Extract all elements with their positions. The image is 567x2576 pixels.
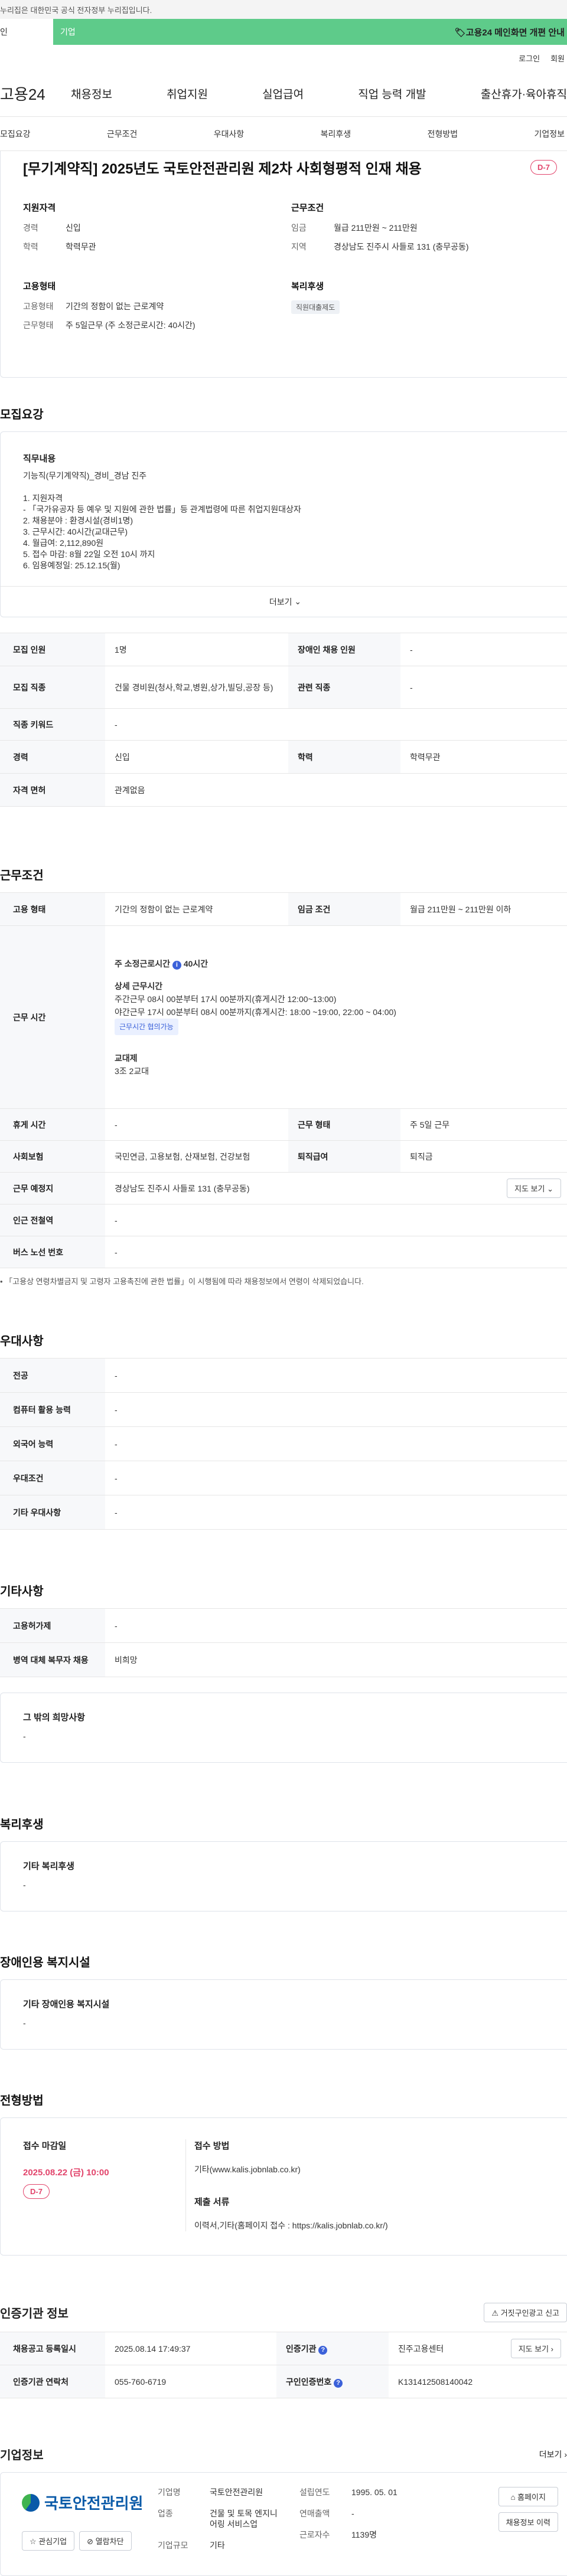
section-title-cert: 인증기관 정보 [0, 2307, 69, 2320]
company-logo-icon [22, 2493, 40, 2512]
report-icon: ⚠ [491, 2309, 499, 2318]
summary-qualification: 지원자격 경력 신입 학력 학력무관 [23, 203, 96, 251]
tab-pref[interactable]: 우대사항 [214, 128, 245, 140]
section-title-welfare: 복리후생 [0, 1818, 44, 1831]
tab-welfare[interactable]: 복리후생 [321, 128, 351, 140]
star-icon: ☆ [30, 2537, 37, 2546]
dday-badge: D-7 [530, 160, 557, 175]
block-icon: ⊘ [87, 2537, 94, 2546]
summary-employment: 고용형태 고용형태 기간의 정함이 없는 근로계약 근무형태 주 5일근무 (주 소… [23, 282, 195, 330]
report-ad-button[interactable]: ⚠ 거짓구인광고 신고 [484, 2303, 567, 2322]
main-menu: 채용정보 취업지원 실업급여 직업 능력 개발 출산휴가·육아휴직 [71, 86, 567, 102]
favorite-company-button[interactable]: ☆ 관심기업 [22, 2531, 75, 2551]
work-table: 고용 형태 기간의 정함이 없는 근로계약 임금 조건 월급 211만원 ~ 211만… [0, 892, 567, 1268]
tab-personal[interactable]: 인 [0, 19, 53, 45]
dday-badge: D-7 [23, 2184, 50, 2199]
section-title-etc: 기타사항 [0, 1585, 44, 1598]
job-history-button[interactable]: 채용정보 이력 [498, 2512, 558, 2532]
time-negotiable-chip: 근무시간 협의가능 [115, 1018, 178, 1035]
recruit-table: 모집 인원 1명 장애인 채용 인원 - 모집 직종 건물 경비원(청사,학교,병원,상… [0, 633, 567, 807]
menu-item-support[interactable]: 취업지원 [167, 86, 208, 102]
tab-recruit[interactable]: 모집요강 [0, 128, 31, 140]
homepage-button[interactable]: ⌂ 홈페이지 [498, 2487, 558, 2506]
welfare-card: 기타 복리후생 - [0, 1841, 567, 1911]
process-card: 접수 마감일 2025.08.22 (금) 10:00 D-7 접수 방법 기타… [0, 2117, 567, 2256]
tab-company[interactable]: 기업정보 [534, 128, 565, 140]
job-title: [무기계약직] 2025년도 국토안전관리원 제2차 사회형평적 인재 채용 [23, 161, 422, 177]
age-note: • 「고용상 연령차별금지 및 고령자 고용촉진에 관한 법률」이 시행됨에 따… [0, 1277, 364, 1286]
global-nav: 고용24 채용정보 취업지원 실업급여 직업 능력 개발 출산휴가·육아휴직 [0, 71, 567, 117]
summary-conditions: 근무조건 임금 월급 211만원 ~ 211만원 지역 경상남도 진주시 사들로 1… [291, 203, 469, 251]
job-description: 기능직(무기계약직)_경비_경남 진주 1. 지원자격 - 「국가유공자 등 예… [23, 471, 301, 570]
welfare-chip: 직원대출제도 [291, 300, 340, 314]
utility-nav: 로그인 회원 [0, 45, 567, 71]
section-title-pref: 우대사항 [0, 1335, 44, 1348]
info-icon[interactable]: ? [318, 2345, 328, 2355]
etc-table: 고용허가제 - 병역 대체 복무자 채용 비희망 [0, 1608, 567, 1677]
job-description-card: 직무내용 기능직(무기계약직)_경비_경남 진주 1. 지원자격 - 「국가유공… [0, 431, 567, 617]
chevron-down-icon: ⌄ [547, 1184, 553, 1193]
gov-banner: 누리집은 대한민국 공식 전자정부 누리집입니다. [0, 0, 567, 19]
info-icon[interactable]: i [172, 960, 181, 970]
company-more-link[interactable]: 더보기 › [539, 2449, 567, 2460]
join-link[interactable]: 회원 [550, 53, 565, 64]
site-logo[interactable]: 고용24 [0, 83, 71, 104]
deadline-date: 2025.08.22 (금) 10:00 [23, 2168, 109, 2178]
etc-hope-card: 그 밖의 희망사항 - [0, 1693, 567, 1763]
section-title-disabled: 장애인용 복지시설 [0, 1956, 90, 1969]
disabled-facility-card: 기타 장애인용 복지시설 - [0, 1979, 567, 2050]
pref-table: 전공 - 컴퓨터 활용 능력 - 외국어 능력 - 우대조건 - 기타 우대사항 - [0, 1358, 567, 1530]
home-icon: ⌂ [510, 2493, 516, 2502]
tab-process[interactable]: 전형방법 [428, 128, 458, 140]
cert-table: 채용공고 등록일시 2025.08.14 17:49:37 인증기관 ? 진주고용센터… [0, 2332, 567, 2398]
company-logo: 국토안전관리원 [22, 2492, 158, 2513]
chevron-right-icon: › [550, 2345, 553, 2354]
notice-banner[interactable]: 🏷고용24 메인화면 개편 안내 [455, 26, 567, 38]
section-tabs: 모집요강 근무조건 우대사항 복리후생 전형방법 기업정보 [0, 117, 567, 151]
block-button[interactable]: ⊘ 열람차단 [79, 2531, 132, 2551]
login-link[interactable]: 로그인 [519, 53, 540, 64]
section-title-process: 전형방법 [0, 2094, 44, 2107]
more-button[interactable]: 더보기 ⌄ [1, 586, 567, 617]
menu-item-training[interactable]: 직업 능력 개발 [358, 86, 426, 102]
job-summary-card: [무기계약직] 2025년도 국토안전관리원 제2차 사회형평적 인재 채용 D… [0, 151, 567, 378]
map-button[interactable]: 지도 보기 ⌄ [507, 1179, 561, 1198]
tab-company[interactable]: 기업 🏷고용24 메인화면 개편 안내 [53, 19, 567, 45]
menu-item-benefit[interactable]: 실업급여 [262, 86, 304, 102]
section-title-work: 근무조건 [0, 869, 44, 882]
user-type-tabs: 인 기업 🏷고용24 메인화면 개편 안내 [0, 19, 567, 45]
section-title-recruit: 모집요강 [0, 408, 44, 421]
summary-welfare: 복리후생 직원대출제도 [291, 280, 548, 338]
cert-map-button[interactable]: 지도 보기 › [510, 2339, 561, 2358]
tab-work[interactable]: 근무조건 [107, 128, 138, 140]
chevron-down-icon: ⌄ [294, 597, 302, 606]
company-card: 국토안전관리원 ☆ 관심기업 ⊘ 열람차단 기업명 국토안전관리원 업종 건물 및 … [0, 2472, 567, 2576]
info-icon[interactable]: ? [334, 2378, 343, 2388]
menu-item-leave[interactable]: 출산휴가·육아휴직 [481, 86, 567, 102]
section-title-company: 기업정보 [0, 2449, 44, 2462]
menu-item-jobs[interactable]: 채용정보 [71, 86, 112, 102]
